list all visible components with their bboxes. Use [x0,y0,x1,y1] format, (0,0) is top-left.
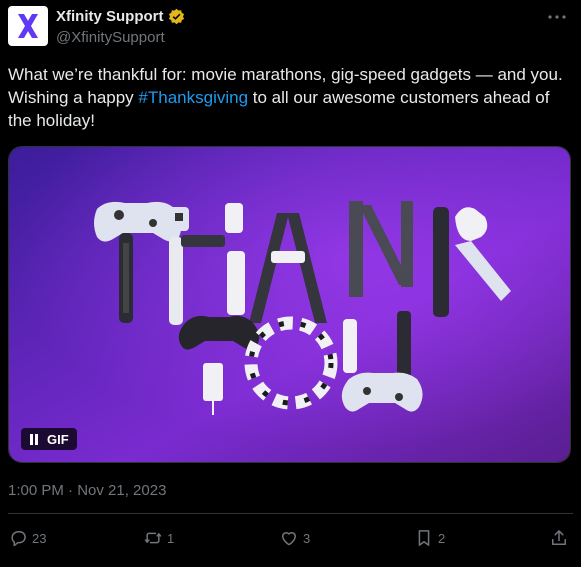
avatar[interactable] [8,6,48,46]
retweet-count: 1 [167,530,175,546]
xfinity-logo-icon [18,14,38,38]
pause-icon[interactable] [29,433,39,445]
bookmark-button[interactable]: 2 [414,528,445,548]
retweet-button[interactable]: 1 [143,528,174,548]
share-icon [552,530,566,545]
bookmark-icon [418,530,430,546]
more-options-icon[interactable] [547,10,567,24]
retweet-icon [144,532,162,544]
tweet-actions: 23 1 3 2 [8,528,573,552]
verified-badge-icon [168,8,185,25]
heart-icon [282,532,296,546]
gif-label: GIF [47,431,69,447]
account-handle[interactable]: @XfinitySupport [56,29,165,46]
divider [8,513,573,514]
account-name-row: Xfinity Support [56,8,185,25]
like-button[interactable]: 3 [279,528,310,548]
tweet-text: What we’re thankful for: movie marathons… [8,63,568,132]
reply-icon [11,531,26,547]
thank-you-gif-image [9,147,570,462]
bookmark-count: 2 [438,530,446,546]
account-name[interactable]: Xfinity Support [56,8,164,25]
reply-button[interactable]: 23 [8,528,46,548]
gif-media[interactable]: GIF [8,146,571,463]
gif-badge[interactable]: GIF [21,428,77,450]
share-button[interactable] [549,528,569,548]
tweet-timestamp[interactable]: 1:00 PM · Nov 21, 2023 [8,482,166,499]
reply-count: 23 [32,530,47,546]
hashtag-link[interactable]: #Thanksgiving [138,88,248,107]
like-count: 3 [303,530,311,546]
